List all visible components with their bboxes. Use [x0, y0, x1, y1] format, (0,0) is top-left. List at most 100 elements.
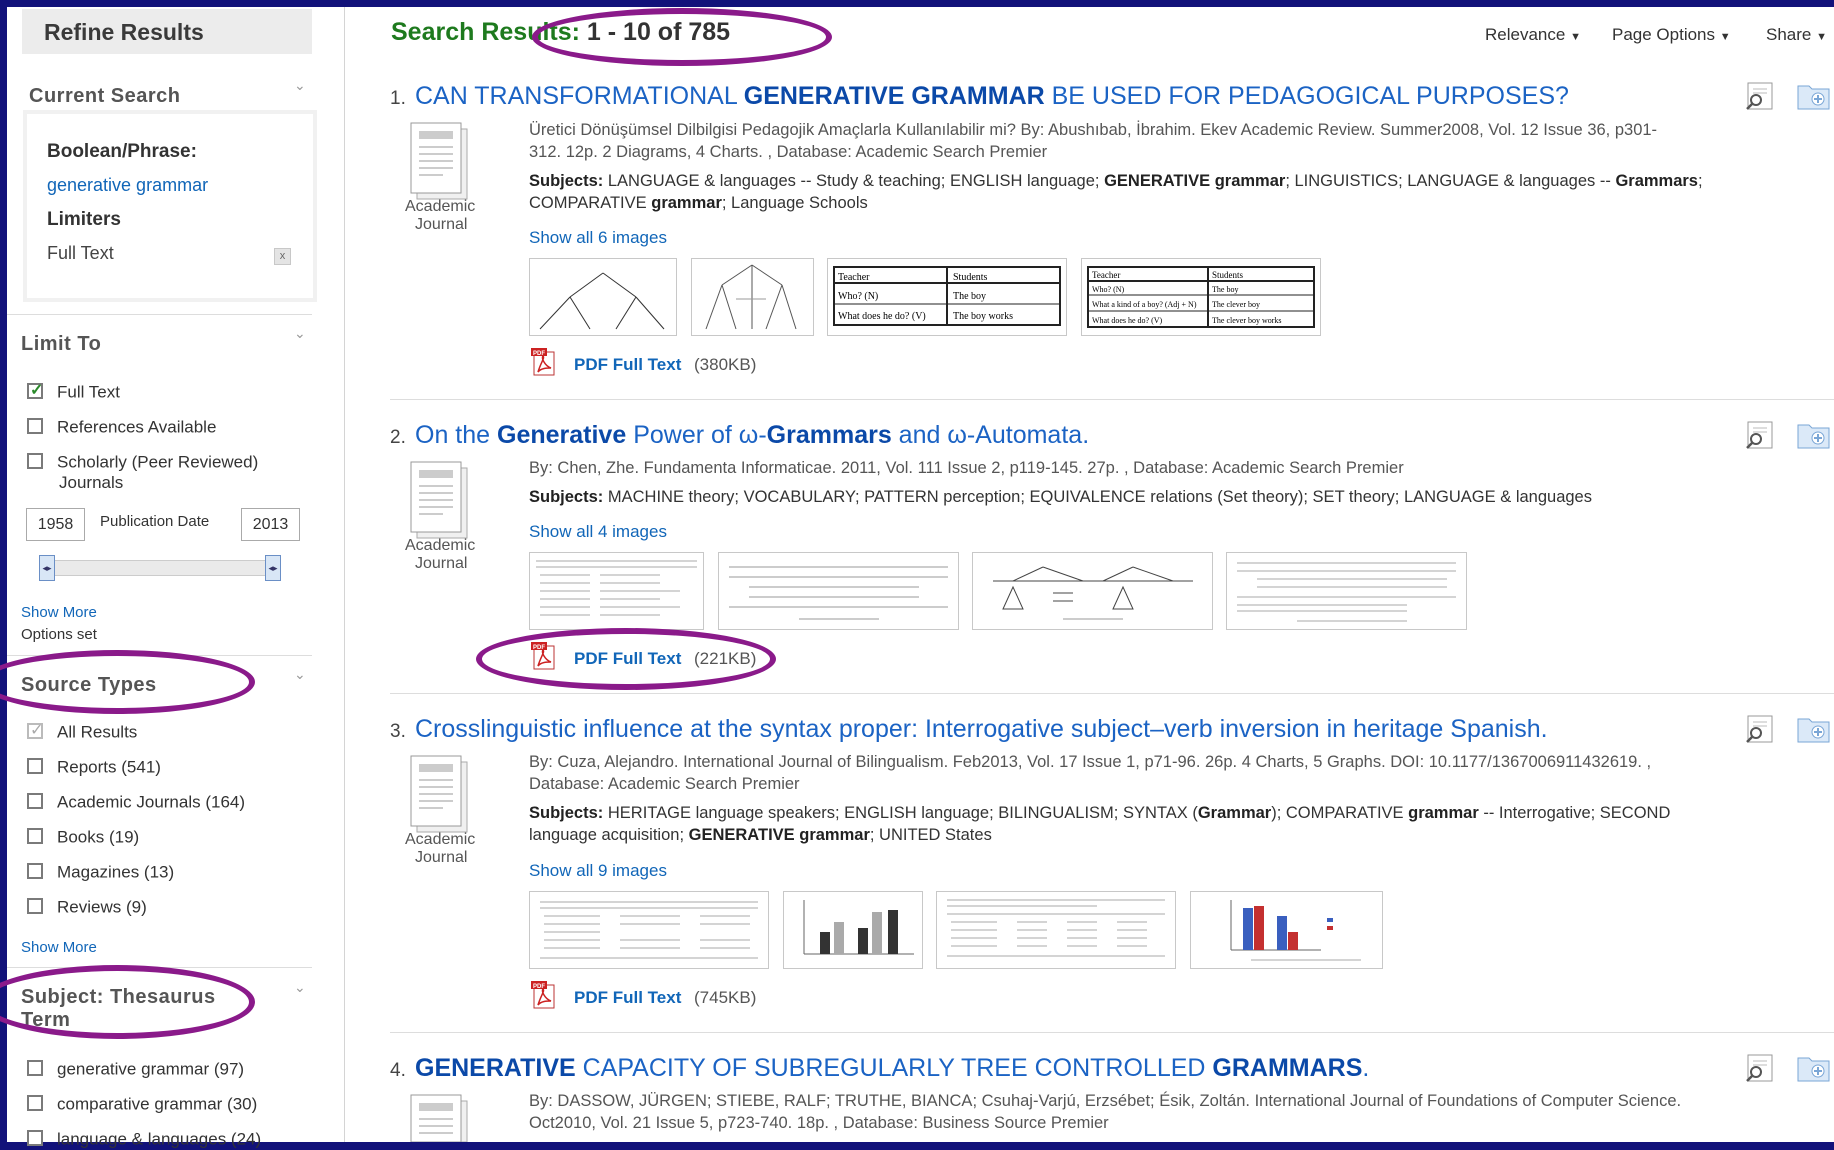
source-all-results-checkbox[interactable]: All Results — [27, 720, 137, 743]
limit-show-more-link[interactable]: Show More — [21, 604, 97, 621]
chevron-down-icon[interactable]: ⌄ — [294, 325, 306, 342]
result-metadata: By: Cuza, Alejandro. International Journ… — [529, 751, 1819, 795]
preview-icon[interactable] — [1744, 715, 1778, 743]
pdf-icon[interactable]: PDF — [531, 348, 557, 376]
add-to-folder-icon[interactable] — [1797, 421, 1831, 449]
table-cell: The clever boy works — [1212, 316, 1282, 325]
refine-results-header: Refine Results — [22, 9, 312, 54]
show-all-images-link[interactable]: Show all 6 images — [529, 228, 667, 248]
checkbox-disabled-icon[interactable] — [27, 720, 43, 740]
source-reports-checkbox[interactable]: Reports (541) — [27, 757, 161, 778]
table-thumbnail-1: Teacher Students Who? (N) The boy What d… — [833, 266, 1061, 326]
result-title-link[interactable]: CAN TRANSFORMATIONAL GENERATIVE GRAMMAR … — [415, 82, 1569, 111]
meta-line: Üretici Dönüşümsel Dilbilgisi Pedagojik … — [529, 121, 1658, 139]
image-thumbnail[interactable] — [529, 891, 769, 969]
table-thumbnail-2: Teacher Students Who? (N) The boy What a… — [1087, 266, 1315, 328]
image-thumbnail[interactable] — [1190, 891, 1383, 969]
preview-icon[interactable] — [1744, 82, 1778, 110]
limit-scholarly-checkbox[interactable]: Scholarly (Peer Reviewed) — [27, 452, 258, 473]
checkbox-icon[interactable] — [27, 792, 43, 809]
source-academic-journals-checkbox[interactable]: Academic Journals (164) — [27, 792, 245, 813]
subjects-text: ; — [1698, 172, 1703, 190]
top-border — [0, 0, 1834, 7]
source-reviews-checkbox[interactable]: Reviews (9) — [27, 897, 147, 918]
pdf-size: (745KB) — [694, 988, 757, 1007]
slider-handle-right[interactable]: ◂▸ — [265, 555, 281, 581]
result-number: 3. — [390, 721, 406, 742]
image-thumbnail[interactable] — [783, 891, 923, 969]
search-term-link[interactable]: generative grammar — [47, 175, 208, 196]
result-divider — [390, 1032, 1834, 1033]
image-thumbnail[interactable] — [936, 891, 1176, 969]
chevron-down-icon[interactable]: ⌄ — [294, 979, 306, 996]
image-thumbnail[interactable]: Teacher Students Who? (N) The boy What d… — [827, 258, 1067, 336]
checkbox-icon[interactable] — [27, 897, 43, 914]
page-options-dropdown[interactable]: Page Options ▼ — [1612, 25, 1731, 45]
chevron-down-icon[interactable]: ⌄ — [294, 666, 306, 683]
show-all-images-link[interactable]: Show all 9 images — [529, 861, 667, 881]
checkbox-icon[interactable] — [27, 1059, 43, 1076]
pdf-full-text-link[interactable]: PDF Full Text — [574, 988, 681, 1008]
subject-language-checkbox[interactable]: language & languages (24) — [27, 1129, 261, 1150]
subject-comparative-grammar-checkbox[interactable]: comparative grammar (30) — [27, 1094, 257, 1115]
table-cell: The boy works — [953, 311, 1013, 322]
date-from-input[interactable]: 1958 — [26, 508, 85, 541]
subjects-keyword: Grammars — [1615, 172, 1698, 190]
current-search-title[interactable]: Current Search — [29, 85, 181, 108]
result-title-link[interactable]: Crosslinguistic influence at the syntax … — [415, 715, 1548, 744]
image-thumbnail[interactable] — [691, 258, 814, 336]
limit-full-text-checkbox[interactable]: Full Text — [27, 380, 120, 403]
add-to-folder-icon[interactable] — [1797, 1054, 1831, 1082]
show-all-images-link[interactable]: Show all 4 images — [529, 522, 667, 542]
checkbox-icon[interactable] — [27, 452, 43, 469]
chevron-down-icon[interactable]: ⌄ — [294, 77, 306, 94]
slider-handle-left[interactable]: ◂▸ — [39, 555, 55, 581]
title-text: Power of ω- — [626, 421, 767, 449]
academic-journal-icon — [410, 755, 468, 833]
limit-to-title[interactable]: Limit To — [21, 333, 101, 356]
remove-limiter-icon[interactable]: x — [274, 248, 291, 265]
limit-references-checkbox[interactable]: References Available — [27, 417, 216, 438]
subjects-text: ; UNITED States — [869, 826, 992, 844]
checkbox-icon[interactable] — [27, 417, 43, 434]
add-to-folder-icon[interactable] — [1797, 82, 1831, 110]
result-subjects: Subjects: MACHINE theory; VOCABULARY; PA… — [529, 486, 1829, 508]
subjects-text: ; Language Schools — [721, 194, 868, 212]
image-thumbnail[interactable] — [529, 552, 704, 630]
checkbox-icon[interactable] — [27, 827, 43, 844]
checkbox-checked-icon[interactable] — [27, 380, 43, 400]
date-slider-track[interactable] — [41, 560, 278, 576]
date-to-input[interactable]: 2013 — [241, 508, 300, 541]
image-thumbnail[interactable] — [718, 552, 959, 630]
limiter-full-text: Full Text — [47, 243, 114, 263]
checkbox-icon[interactable] — [27, 1129, 43, 1146]
pdf-icon[interactable]: PDF — [531, 981, 557, 1009]
image-thumbnail[interactable] — [972, 552, 1213, 630]
pdf-full-text-link[interactable]: PDF Full Text — [574, 355, 681, 375]
result-number: 1. — [390, 88, 406, 109]
title-keyword: GENERATIVE GRAMMAR — [743, 82, 1045, 110]
limit-scholarly-label-line2: Journals — [59, 473, 124, 492]
source-magazines-checkbox[interactable]: Magazines (13) — [27, 862, 174, 883]
subjects-text: MACHINE theory; VOCABULARY; PATTERN perc… — [603, 488, 1592, 506]
title-keyword: Generative — [497, 421, 627, 449]
checkbox-icon[interactable] — [27, 1094, 43, 1111]
add-to-folder-icon[interactable] — [1797, 715, 1831, 743]
image-thumbnail[interactable]: Teacher Students Who? (N) The boy What a… — [1081, 258, 1321, 336]
image-thumbnail[interactable] — [1226, 552, 1467, 630]
relevance-dropdown[interactable]: Relevance ▼ — [1485, 25, 1581, 45]
checkbox-icon[interactable] — [27, 862, 43, 879]
share-dropdown[interactable]: Share ▼ — [1766, 25, 1827, 45]
subject-generative-grammar-checkbox[interactable]: generative grammar (97) — [27, 1059, 244, 1080]
result-title-link[interactable]: GENERATIVE CAPACITY OF SUBREGULARLY TREE… — [415, 1054, 1369, 1083]
preview-icon[interactable] — [1744, 421, 1778, 449]
table-cell: What does he do? (V) — [1092, 316, 1163, 325]
checkbox-icon[interactable] — [27, 757, 43, 774]
subjects-keyword: grammar — [1408, 804, 1479, 822]
image-thumbnail[interactable] — [529, 258, 677, 336]
source-show-more-link[interactable]: Show More — [21, 939, 97, 956]
preview-icon[interactable] — [1744, 1054, 1778, 1082]
source-books-checkbox[interactable]: Books (19) — [27, 827, 139, 848]
result-title-link[interactable]: On the Generative Power of ω-Grammars an… — [415, 421, 1089, 450]
title-text: . — [1362, 1054, 1370, 1082]
